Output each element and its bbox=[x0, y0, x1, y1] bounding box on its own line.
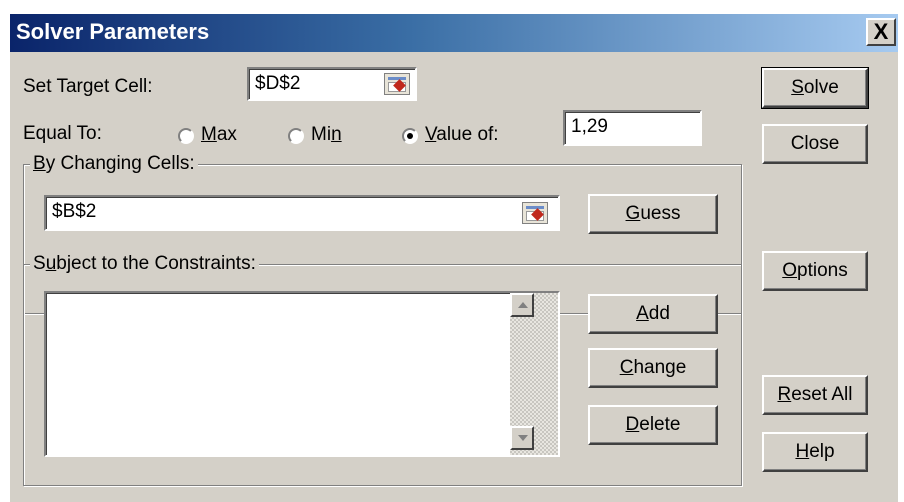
constraints-list[interactable] bbox=[44, 291, 560, 457]
max-radio[interactable] bbox=[178, 128, 194, 144]
title-bar: Solver Parameters X bbox=[10, 14, 898, 52]
close-button[interactable]: Close bbox=[762, 124, 868, 164]
scroll-up-button[interactable] bbox=[510, 293, 534, 317]
reset-all-button[interactable]: Reset All bbox=[762, 375, 868, 415]
scroll-up-icon bbox=[518, 302, 528, 308]
solver-parameters-dialog: Solver Parameters X Set Target Cell: $D$… bbox=[0, 0, 904, 502]
dialog-title: Solver Parameters bbox=[16, 19, 210, 44]
min-radio-label[interactable]: Min bbox=[311, 124, 342, 146]
changing-cells-ref-button[interactable] bbox=[522, 202, 548, 224]
constraints-group-label: Subject to the Constraints: bbox=[30, 253, 259, 275]
set-target-cell-label: Set Target Cell: bbox=[23, 76, 153, 97]
delete-button[interactable]: Delete bbox=[588, 405, 718, 445]
add-button[interactable]: Add bbox=[588, 294, 718, 334]
value-of-input[interactable]: 1,29 bbox=[563, 110, 702, 146]
help-button[interactable]: Help bbox=[762, 432, 868, 472]
target-cell-value: $D$2 bbox=[255, 73, 301, 94]
changing-cells-group-label: By Changing Cells: bbox=[30, 153, 198, 175]
close-window-button[interactable]: X bbox=[866, 18, 896, 46]
value-of-value: 1,29 bbox=[571, 116, 608, 137]
options-button[interactable]: Options bbox=[762, 251, 868, 291]
radio-selected-dot bbox=[407, 133, 413, 139]
scroll-down-button[interactable] bbox=[510, 426, 534, 450]
guess-button[interactable]: Guess bbox=[588, 194, 718, 234]
close-icon: X bbox=[873, 19, 889, 44]
constraints-scrollbar[interactable] bbox=[510, 293, 558, 455]
target-cell-ref-button[interactable] bbox=[384, 73, 410, 95]
min-radio[interactable] bbox=[288, 128, 304, 144]
scroll-down-icon bbox=[518, 435, 528, 441]
changing-cells-value: $B$2 bbox=[52, 201, 97, 222]
value-of-radio[interactable] bbox=[402, 128, 418, 144]
changing-cells-input[interactable]: $B$2 bbox=[44, 195, 560, 231]
max-radio-label[interactable]: Max bbox=[201, 124, 237, 146]
change-button[interactable]: Change bbox=[588, 348, 718, 388]
value-of-radio-label[interactable]: Value of: bbox=[425, 124, 499, 146]
dialog-body: Set Target Cell: $D$2 Equal To: Max Min … bbox=[10, 52, 898, 502]
equal-to-label: Equal To: bbox=[23, 123, 102, 144]
solve-button[interactable]: Solve bbox=[761, 67, 869, 109]
